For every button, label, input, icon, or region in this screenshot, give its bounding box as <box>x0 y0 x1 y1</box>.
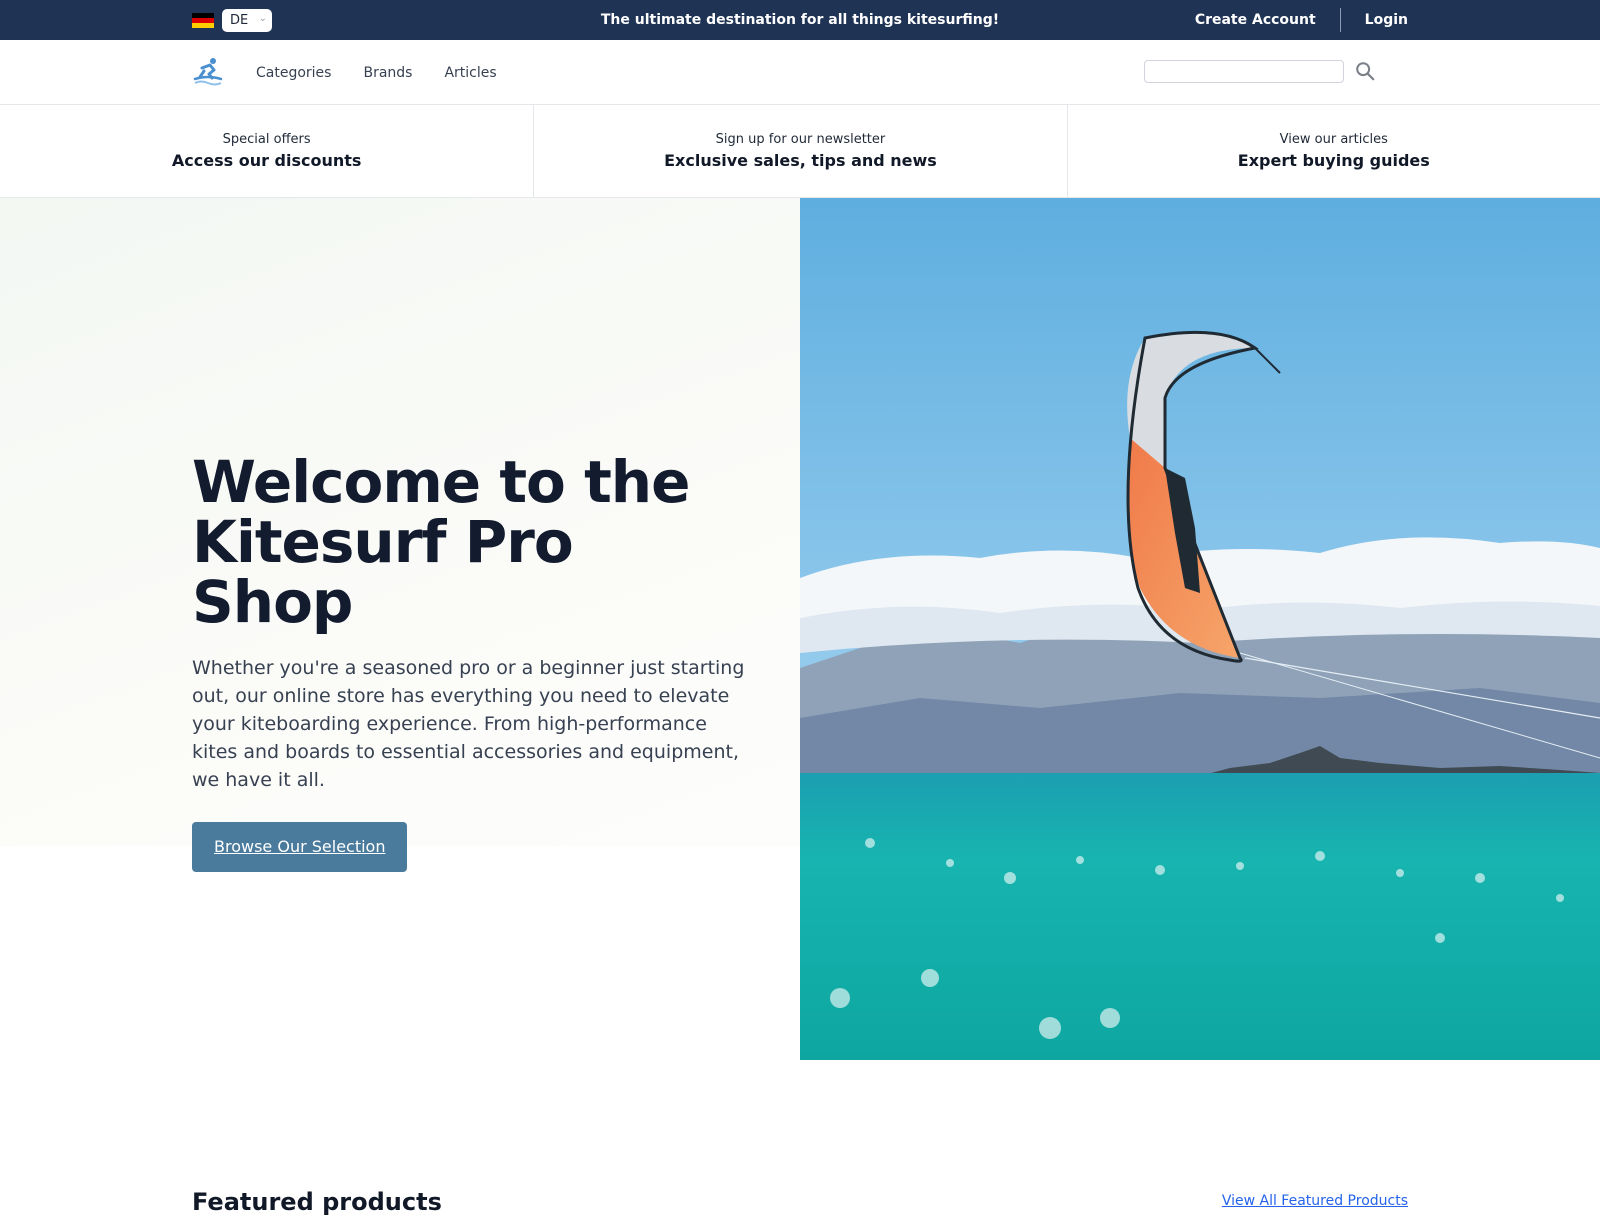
account-divider <box>1339 8 1341 32</box>
search-icon[interactable] <box>1354 60 1376 82</box>
promo-discounts[interactable]: Special offers Access our discounts <box>0 105 533 197</box>
chevron-down-icon: ⌄ <box>258 13 267 24</box>
promo-subtitle: Special offers <box>222 132 311 147</box>
nav-categories[interactable]: Categories <box>256 65 331 81</box>
promo-title: Access our discounts <box>171 151 362 170</box>
language-select[interactable]: DE ⌄ <box>222 9 272 32</box>
announcement-bar: DE ⌄ The ultimate destination for all th… <box>0 0 1600 40</box>
account-links: Create Account Login <box>1195 0 1408 40</box>
promo-articles[interactable]: View our articles Expert buying guides <box>1066 105 1600 197</box>
promo-subtitle: View our articles <box>1279 132 1388 147</box>
promo-newsletter[interactable]: Sign up for our newsletter Exclusive sal… <box>533 105 1066 197</box>
hero-kitesurf-image <box>800 198 1600 1060</box>
language-selector-group: DE ⌄ <box>192 9 272 32</box>
hero-title-line-2: Kitesurf Pro Shop <box>192 508 574 636</box>
view-all-featured-link[interactable]: View All Featured Products <box>1222 1193 1408 1209</box>
hero-title: Welcome to the Kitesurf Pro Shop <box>192 452 752 632</box>
promo-title: Expert buying guides <box>1237 151 1430 170</box>
promo-strip: Special offers Access our discounts Sign… <box>0 105 1600 198</box>
kitesurfer-logo-icon[interactable] <box>192 55 224 87</box>
hero-content: Welcome to the Kitesurf Pro Shop Whether… <box>192 452 752 872</box>
germany-flag-icon <box>192 12 214 29</box>
featured-products-heading: Featured products <box>192 1188 442 1216</box>
create-account-link[interactable]: Create Account <box>1195 12 1316 28</box>
login-link[interactable]: Login <box>1365 12 1408 28</box>
nav-brands[interactable]: Brands <box>363 65 412 81</box>
language-code: DE <box>230 13 249 28</box>
hero-title-line-1: Welcome to the <box>192 448 690 516</box>
search-input[interactable] <box>1144 60 1344 83</box>
hero-description: Whether you're a seasoned pro or a begin… <box>192 657 745 791</box>
main-navigation: Categories Brands Articles <box>0 40 1600 105</box>
promo-subtitle: Sign up for our newsletter <box>715 132 886 147</box>
nav-links: Categories Brands Articles <box>256 40 497 105</box>
browse-selection-button[interactable]: Browse Our Selection <box>192 822 408 872</box>
promo-title: Exclusive sales, tips and news <box>664 151 937 170</box>
nav-articles[interactable]: Articles <box>444 65 496 81</box>
